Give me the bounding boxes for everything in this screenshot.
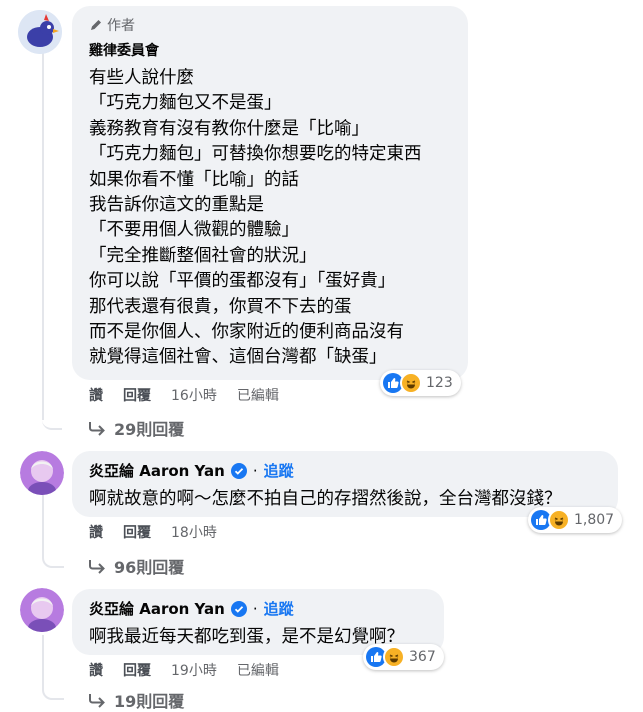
comment-line: 如果你看不懂「比喻」的話 [89, 169, 299, 190]
edited-label: 已編輯 [236, 388, 279, 404]
reply-button[interactable]: 回覆 [123, 522, 151, 542]
reaction-summary[interactable]: 123 [380, 370, 461, 396]
replies-count: 29則回覆 [114, 420, 185, 439]
reaction-count: 367 [409, 649, 436, 665]
pencil-icon [91, 20, 101, 30]
thread-hook [42, 400, 62, 430]
separator-dot: · [252, 599, 258, 618]
comment-line: 「巧克力麵包又不是蛋」 [89, 93, 282, 114]
avatar[interactable] [20, 451, 64, 495]
haha-reaction-icon [383, 646, 405, 668]
commenter-header: 炎亞綸 Aaron Yan · 追蹤 [89, 598, 294, 619]
commenter-name[interactable]: 炎亞綸 Aaron Yan [89, 598, 225, 619]
author-label: 作者 [107, 18, 135, 34]
reply-arrow-icon [89, 694, 105, 708]
commenter-name[interactable]: 炎亞綸 Aaron Yan [89, 460, 225, 481]
verified-icon [230, 600, 247, 617]
reply-button[interactable]: 回覆 [123, 660, 151, 680]
view-replies-button[interactable]: 29則回覆 [88, 416, 184, 440]
haha-reaction-icon [400, 372, 422, 394]
thread-hook [42, 676, 64, 700]
reply-arrow-icon [89, 422, 105, 436]
comment-actions: 讚 回覆 18小時 [89, 522, 237, 542]
author-badge: 作者 [89, 15, 135, 35]
comment-text: 啊我最近每天都吃到蛋，是不是幻覺啊？ [89, 627, 404, 647]
like-button[interactable]: 讚 [89, 385, 103, 405]
commenter-name[interactable]: 雞律委員會 [89, 40, 159, 60]
comment-text: 有些人說什麼 「巧克力麵包又不是蛋」 義務教育有沒有教你什麼是「比喻」 「巧克力… [89, 66, 422, 371]
replies-count: 96則回覆 [114, 558, 185, 577]
edited-label: 已編輯 [236, 663, 279, 679]
timestamp[interactable]: 16小時 [171, 385, 217, 405]
reaction-summary[interactable]: 1,807 [528, 507, 623, 533]
comment-line: 那代表還有很貴，你買不下去的蛋 [89, 296, 352, 317]
reaction-count: 123 [426, 375, 453, 391]
thread-line [42, 52, 44, 420]
like-button[interactable]: 讚 [89, 522, 103, 542]
separator-dot: · [252, 461, 258, 480]
replies-count: 19則回覆 [114, 692, 185, 711]
thread-line [42, 635, 44, 680]
avatar[interactable] [18, 10, 62, 54]
comment-line: 而不是你個人、你家附近的便利商品沒有 [89, 322, 404, 343]
verified-icon [230, 462, 247, 479]
comment-line: 「完全推斷整個社會的狀況」 [89, 245, 317, 266]
reply-button[interactable]: 回覆 [123, 385, 151, 405]
reply-arrow-icon [89, 560, 105, 574]
comment-line: 你可以說「平價的蛋都沒有」「蛋好貴」 [89, 271, 396, 292]
haha-reaction-icon [548, 509, 570, 531]
comment-line: 「不要用個人微觀的體驗」 [89, 220, 299, 241]
comment-line: 有些人說什麼 [89, 68, 194, 88]
thread-line [42, 495, 44, 545]
timestamp[interactable]: 19小時 [171, 660, 217, 680]
timestamp[interactable]: 18小時 [171, 522, 217, 542]
thread-hook [42, 540, 64, 568]
comment-text: 啊就故意的啊～怎麼不拍自己的存摺然後說，全台灣都沒錢？ [89, 489, 562, 509]
like-button[interactable]: 讚 [89, 660, 103, 680]
view-replies-button[interactable]: 96則回覆 [88, 554, 184, 578]
view-replies-button[interactable]: 19則回覆 [88, 688, 184, 712]
comment-line: 我告訴你這文的重點是 [89, 195, 264, 216]
comment-line: 義務教育有沒有教你什麼是「比喻」 [89, 118, 369, 139]
avatar[interactable] [20, 588, 64, 632]
comment-actions: 讚 回覆 16小時 已編輯 [89, 385, 299, 405]
reaction-count: 1,807 [574, 512, 615, 528]
follow-button[interactable]: 追蹤 [264, 598, 294, 619]
comment-line: 「巧克力麵包」可替換你想要吃的特定東西 [89, 144, 422, 165]
comment-actions: 讚 回覆 19小時 已編輯 [89, 660, 299, 680]
reaction-summary[interactable]: 367 [363, 644, 444, 670]
follow-button[interactable]: 追蹤 [264, 460, 294, 481]
comment-line: 就覺得這個社會、這個台灣都「缺蛋」 [89, 347, 387, 368]
commenter-header: 炎亞綸 Aaron Yan · 追蹤 [89, 460, 294, 481]
